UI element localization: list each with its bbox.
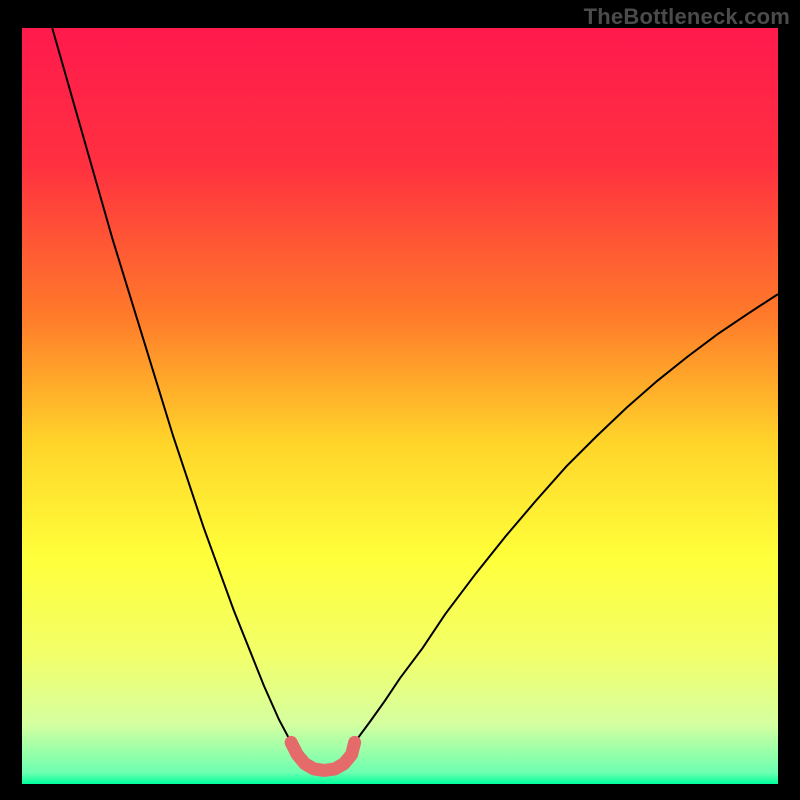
watermark-text: TheBottleneck.com (584, 4, 790, 30)
chart-canvas (0, 0, 800, 800)
outer-frame: TheBottleneck.com (0, 0, 800, 800)
plot-background (22, 28, 778, 784)
